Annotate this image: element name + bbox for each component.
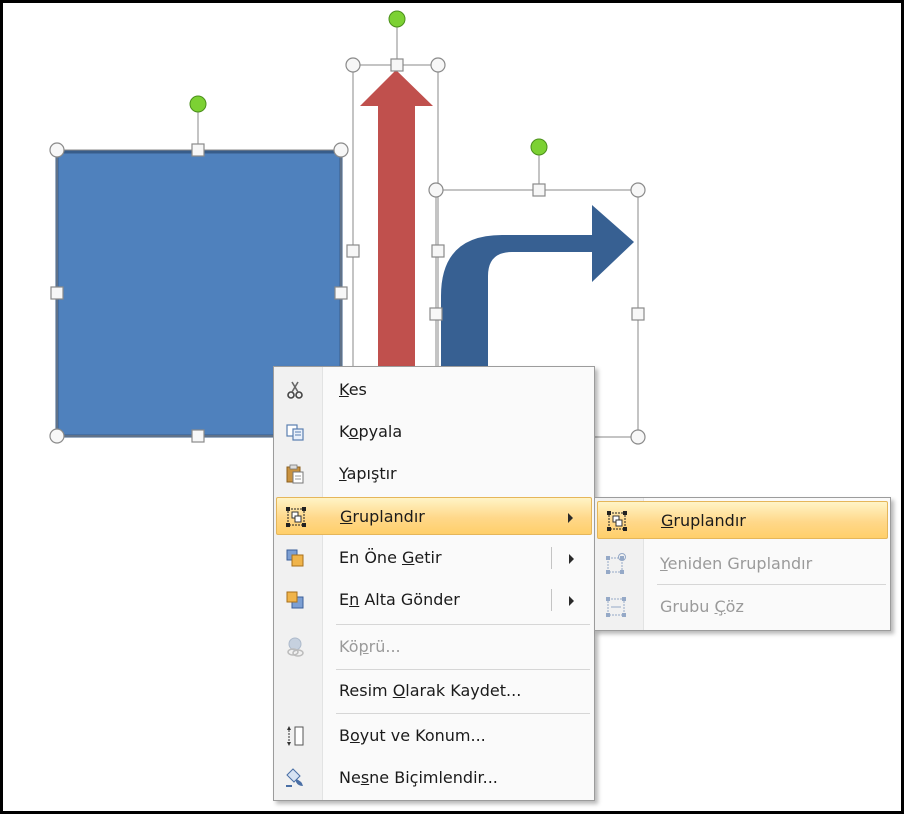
menu-item-label: Yeniden Gruplandır xyxy=(660,554,813,573)
square-corner-handle[interactable] xyxy=(49,142,65,158)
menu-item-cut[interactable]: Kes xyxy=(276,371,592,409)
square-rotation-handle[interactable] xyxy=(189,95,207,113)
menu-item-send-to-back[interactable]: En Alta Gönder xyxy=(276,581,592,619)
hyperlink-icon xyxy=(283,635,307,659)
up-arrow-side-handle[interactable] xyxy=(390,58,404,72)
bent-arrow-side-handle[interactable] xyxy=(532,183,546,197)
bent-arrow-side-handle[interactable] xyxy=(631,307,645,321)
menu-item-label: Kopyala xyxy=(339,422,403,441)
up-arrow-side-handle[interactable] xyxy=(346,244,360,258)
square-corner-handle[interactable] xyxy=(49,428,65,444)
submenu-arrow-icon[interactable] xyxy=(569,554,574,564)
menu-item-group[interactable]: Gruplandır xyxy=(276,497,592,535)
menu-item-paste[interactable]: Yapıştır xyxy=(276,455,592,493)
submenu-item-regroup[interactable]: Yeniden Gruplandır xyxy=(597,545,888,583)
paste-icon xyxy=(283,462,307,486)
menu-separator xyxy=(336,669,590,670)
menu-item-label: Yapıştır xyxy=(339,464,397,483)
square-corner-handle[interactable] xyxy=(333,142,349,158)
split-divider xyxy=(551,589,552,611)
split-divider xyxy=(551,547,552,569)
context-menu: Kes Kopyala Yapıştır Gruplandır En Öne G… xyxy=(273,366,595,801)
bring-to-front-icon xyxy=(283,546,307,570)
up-arrow-corner-handle[interactable] xyxy=(430,57,446,73)
bent-arrow-corner-handle[interactable] xyxy=(630,429,646,445)
menu-item-label: En Alta Gönder xyxy=(339,590,460,609)
menu-item-label: Gruplandır xyxy=(340,507,425,526)
square-side-handle[interactable] xyxy=(191,429,205,443)
submenu-item-group[interactable]: Gruplandır xyxy=(597,501,888,539)
menu-item-save-as-picture[interactable]: Resim Olarak Kaydet... xyxy=(276,672,592,710)
menu-item-label: Nesne Biçimlendir... xyxy=(339,768,498,787)
up-arrow-side-handle[interactable] xyxy=(431,244,445,258)
send-to-back-icon xyxy=(283,588,307,612)
menu-item-copy[interactable]: Kopyala xyxy=(276,413,592,451)
copy-icon xyxy=(283,420,307,444)
group-submenu: Gruplandır Yeniden Gruplandır Grubu Çöz xyxy=(594,497,891,631)
menu-item-label: Gruplandır xyxy=(661,511,746,530)
square-side-handle[interactable] xyxy=(191,143,205,157)
menu-separator xyxy=(657,584,886,585)
size-position-icon xyxy=(283,724,307,748)
submenu-item-ungroup[interactable]: Grubu Çöz xyxy=(597,588,888,626)
menu-item-label: En Öne Getir xyxy=(339,548,442,567)
bent-arrow-side-handle[interactable] xyxy=(429,307,443,321)
menu-item-label: Resim Olarak Kaydet... xyxy=(339,681,522,700)
regroup-icon xyxy=(604,552,628,576)
up-arrow-corner-handle[interactable] xyxy=(345,57,361,73)
menu-item-format-object[interactable]: Nesne Biçimlendir... xyxy=(276,759,592,797)
group-icon xyxy=(605,509,629,533)
menu-separator xyxy=(336,713,590,714)
menu-separator xyxy=(336,624,590,625)
menu-item-label: Grubu Çöz xyxy=(660,597,744,616)
menu-item-label: Boyut ve Konum... xyxy=(339,726,486,745)
scissors-icon xyxy=(283,378,307,402)
bent-arrow-corner-handle[interactable] xyxy=(428,182,444,198)
menu-item-label: Köprü... xyxy=(339,637,401,656)
submenu-arrow-icon[interactable] xyxy=(569,596,574,606)
menu-item-size-position[interactable]: Boyut ve Konum... xyxy=(276,717,592,755)
bent-arrow-corner-handle[interactable] xyxy=(630,182,646,198)
menu-item-label: Kes xyxy=(339,380,367,399)
menu-item-bring-to-front[interactable]: En Öne Getir xyxy=(276,539,592,577)
format-object-icon xyxy=(283,766,307,790)
ungroup-icon xyxy=(604,595,628,619)
bent-arrow-rotation-handle[interactable] xyxy=(530,138,548,156)
submenu-arrow-icon xyxy=(568,513,573,523)
square-side-handle[interactable] xyxy=(334,286,348,300)
group-icon xyxy=(284,505,308,529)
up-arrow-rotation-handle[interactable] xyxy=(388,10,406,28)
menu-item-hyperlink[interactable]: Köprü... xyxy=(276,628,592,666)
square-side-handle[interactable] xyxy=(50,286,64,300)
